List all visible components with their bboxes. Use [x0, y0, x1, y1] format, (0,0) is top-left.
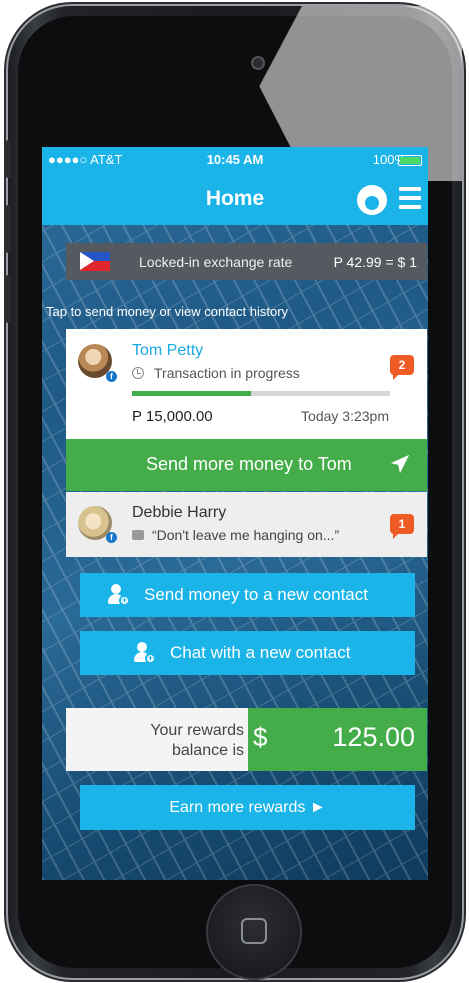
- app-screen: ●●●●○ AT&T 10:45 AM 100% Home Locked-in …: [42, 147, 428, 880]
- exchange-rate-value: P 42.99 = $ 1: [333, 254, 417, 270]
- exchange-rate-label: Locked-in exchange rate: [139, 254, 293, 270]
- rewards-label-line2: balance is: [171, 742, 244, 759]
- send-more-button[interactable]: Send more money to Tom: [66, 439, 427, 491]
- paper-plane-icon: [390, 454, 410, 474]
- rewards-label-line1: Your rewards: [150, 722, 244, 739]
- rewards-amount-box: $ 125.00: [248, 708, 427, 771]
- contacts-hint: Tap to send money or view contact histor…: [46, 304, 289, 319]
- rewards-currency: $: [253, 722, 268, 752]
- add-person-icon: +: [134, 642, 156, 664]
- contact-name: Debbie Harry: [132, 504, 227, 521]
- contact-name: Tom Petty: [132, 342, 204, 359]
- volume-down-button: [6, 275, 11, 323]
- unread-badge: 1: [390, 514, 414, 539]
- earn-rewards-label: Earn more rewards ►: [169, 799, 326, 816]
- philippines-flag-icon: [80, 252, 110, 271]
- progress-fill: [132, 391, 251, 396]
- send-more-label: Send more money to Tom: [146, 454, 352, 474]
- clock-icon: [132, 367, 144, 379]
- rewards-balance: Your rewards balance is $ 125.00: [66, 708, 427, 771]
- nav-bar: Home: [42, 173, 428, 225]
- facebook-icon: f: [106, 532, 117, 543]
- status-bar: ●●●●○ AT&T 10:45 AM 100%: [42, 147, 428, 173]
- facebook-icon: f: [106, 371, 117, 382]
- chat-bubble-icon: [132, 530, 144, 540]
- support-agent-icon[interactable]: [357, 185, 387, 215]
- add-person-icon: +: [108, 584, 130, 606]
- rewards-label: Your rewards balance is: [66, 708, 248, 771]
- front-camera: [251, 56, 265, 70]
- send-new-contact-button[interactable]: + Send money to a new contact: [80, 573, 415, 617]
- unread-badge: 2: [390, 355, 414, 380]
- earn-rewards-button[interactable]: Earn more rewards ►: [80, 785, 415, 830]
- chat-new-contact-button[interactable]: + Chat with a new contact: [80, 631, 415, 675]
- transaction-status: Transaction in progress: [154, 365, 300, 381]
- home-button[interactable]: [208, 886, 300, 978]
- send-new-contact-label: Send money to a new contact: [144, 585, 368, 604]
- home-square-icon: [241, 918, 267, 944]
- battery-icon: [398, 155, 422, 166]
- transaction-progress-bar: [132, 391, 390, 396]
- transaction-amount: P 15,000.00: [132, 408, 213, 425]
- exchange-rate-bar: Locked-in exchange rate P 42.99 = $ 1: [66, 243, 427, 280]
- transaction-time: Today 3:23pm: [301, 408, 389, 424]
- last-message: “Don't leave me hanging on...”: [152, 527, 340, 543]
- rewards-amount: 125.00: [332, 722, 415, 752]
- chat-new-contact-label: Chat with a new contact: [170, 643, 351, 662]
- mute-switch: [6, 140, 11, 178]
- hamburger-menu-icon[interactable]: [399, 187, 421, 209]
- contact-card-tom[interactable]: f Tom Petty Transaction in progress 2 P …: [66, 329, 427, 439]
- contact-card-debbie[interactable]: f Debbie Harry “Don't leave me hanging o…: [66, 492, 427, 557]
- volume-up-button: [6, 205, 11, 253]
- status-time: 10:45 AM: [206, 152, 264, 167]
